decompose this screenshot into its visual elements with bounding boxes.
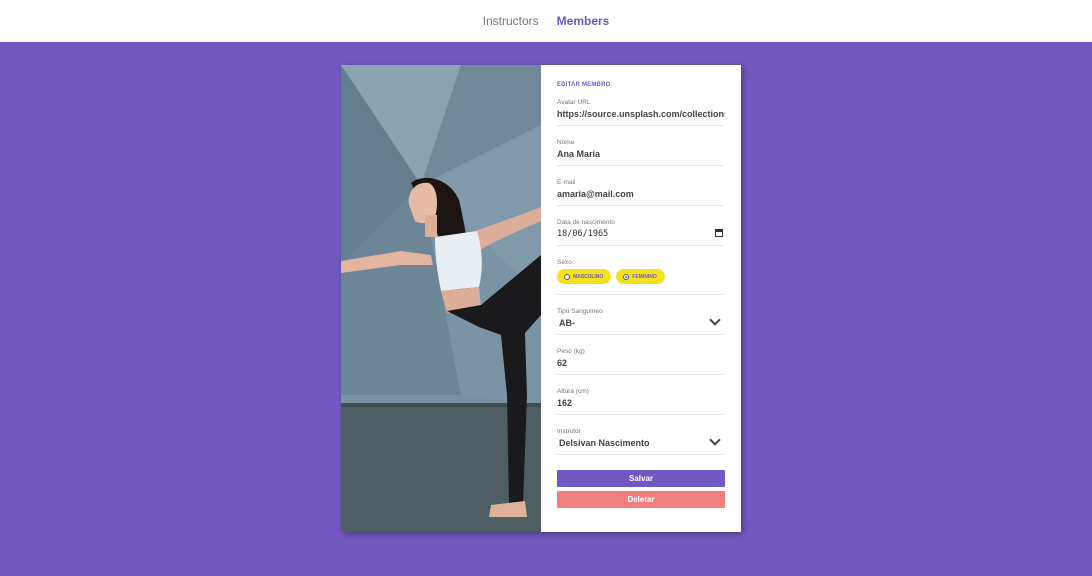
member-edit-card: EDITAR MEMBRO Avatar URL https://source.… [341, 65, 741, 532]
birth-date-input[interactable]: 18/06/1965 [557, 229, 725, 239]
instructor-select[interactable]: Delsivan Nascimento [557, 438, 725, 448]
radio-checked-icon[interactable] [623, 273, 630, 280]
member-avatar-photo [341, 65, 541, 532]
birth-date-label: Data de nascimento [557, 219, 615, 226]
weight-input[interactable]: 62 [557, 358, 725, 368]
email-label: E-mail [557, 179, 576, 186]
height-field[interactable]: Altura (cm) 162 [557, 384, 725, 415]
sex-option-label: FEMININO [632, 273, 657, 280]
birth-date-field[interactable]: Data de nascimento 18/06/1965 [557, 215, 725, 246]
form-title: EDITAR MEMBRO [557, 82, 611, 88]
weight-field[interactable]: Peso (kg) 62 [557, 344, 725, 375]
member-edit-form: EDITAR MEMBRO Avatar URL https://source.… [541, 65, 741, 532]
height-input[interactable]: 162 [557, 398, 725, 408]
calendar-icon[interactable] [715, 229, 723, 237]
avatar-url-label: Avatar URL [557, 99, 591, 106]
avatar-url-input[interactable]: https://source.unsplash.com/collections/ [557, 109, 725, 119]
sex-field: Sexo MASCULINO FEMININO [557, 255, 725, 295]
name-field[interactable]: Nome Ana Maria [557, 135, 725, 166]
sex-option-label: MASCULINO [573, 273, 604, 280]
sex-option-masculino[interactable]: MASCULINO [557, 269, 612, 284]
avatar-url-field[interactable]: Avatar URL https://source.unsplash.com/c… [557, 95, 725, 126]
blood-type-field[interactable]: Tipo Sanguíneo AB- [557, 304, 725, 335]
delete-button[interactable]: Deletar [557, 491, 725, 508]
sex-label: Sexo [557, 259, 572, 266]
instructor-field[interactable]: Instrutor Delsivan Nascimento [557, 424, 725, 455]
name-label: Nome [557, 139, 575, 146]
blood-type-select[interactable]: AB- [557, 318, 725, 328]
nav-link-instructors[interactable]: Instructors [483, 14, 539, 28]
instructor-label: Instrutor [557, 428, 581, 435]
woman-yoga-pose-photo [341, 65, 541, 532]
name-input[interactable]: Ana Maria [557, 149, 725, 159]
email-field[interactable]: E-mail amaria@mail.com [557, 175, 725, 206]
top-navigation: Instructors Members [0, 0, 1092, 42]
weight-label: Peso (kg) [557, 348, 585, 355]
blood-type-label: Tipo Sanguíneo [557, 308, 603, 315]
sex-radio-group: MASCULINO FEMININO [557, 269, 725, 284]
save-button[interactable]: Salvar [557, 470, 725, 487]
nav-link-members[interactable]: Members [557, 14, 610, 28]
sex-option-feminino[interactable]: FEMININO [616, 269, 665, 284]
height-label: Altura (cm) [557, 388, 589, 395]
email-input[interactable]: amaria@mail.com [557, 189, 725, 199]
radio-unchecked-icon[interactable] [564, 273, 570, 280]
